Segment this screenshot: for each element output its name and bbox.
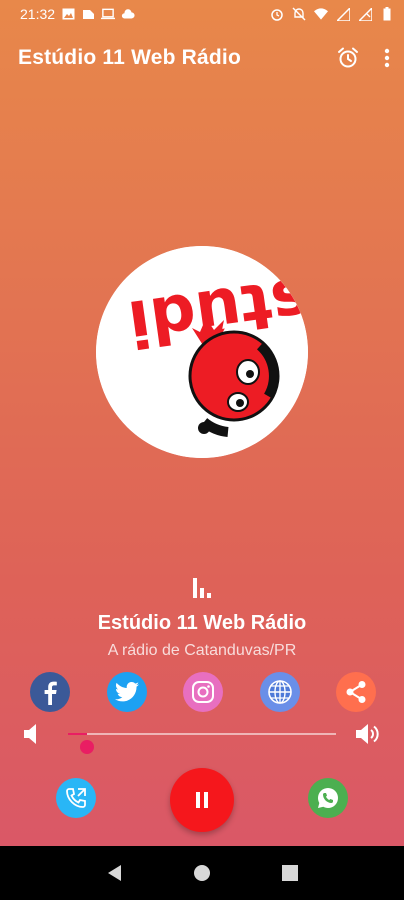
volume-high-icon [356,723,382,750]
gallery-icon [61,7,75,21]
nav-recents-icon[interactable] [282,865,299,881]
nav-back-icon[interactable] [106,864,122,882]
cloud-icon [121,7,135,21]
app-bar: Estúdio 11 Web Rádio [0,28,404,88]
whatsapp-icon[interactable] [308,778,348,818]
battery-icon [380,7,394,21]
status-time: 21:32 [20,6,56,22]
player-controls [0,768,404,832]
status-bar: 21:32 [0,0,404,28]
station-subtitle: A rádio de Catanduvas/PR [107,642,297,659]
phone-call-icon[interactable] [56,778,96,818]
volume-slider-track[interactable] [68,733,336,754]
globe-icon[interactable] [259,672,300,712]
system-nav-bar [0,846,404,900]
signal-icon [336,7,350,21]
app-title: Estúdio 11 Web Rádio [18,46,241,69]
wifi-icon [314,7,328,21]
more-vert-icon[interactable] [384,48,390,68]
volume-control [22,720,384,754]
station-name: Estúdio 11 Web Rádio [97,612,307,634]
station-logo: stúdi [96,246,308,458]
twitter-icon[interactable] [106,672,147,712]
laptop-icon [101,7,116,21]
nav-home-icon[interactable] [193,864,211,882]
drive-icon [81,7,95,21]
share-icon[interactable] [336,672,376,712]
volume-slider-fill [68,733,87,735]
signal-icon-2 [358,7,372,21]
alarm-status-icon [270,7,284,21]
pause-icon [196,792,208,808]
mute-icon [292,7,306,21]
alarm-icon[interactable] [336,46,360,70]
volume-low-icon [24,723,38,750]
facebook-icon[interactable] [30,672,70,712]
equalizer-icon [191,576,215,600]
volume-slider-thumb[interactable] [80,740,94,754]
pause-button[interactable] [170,768,234,832]
instagram-icon[interactable] [183,672,223,712]
social-links [30,672,376,712]
